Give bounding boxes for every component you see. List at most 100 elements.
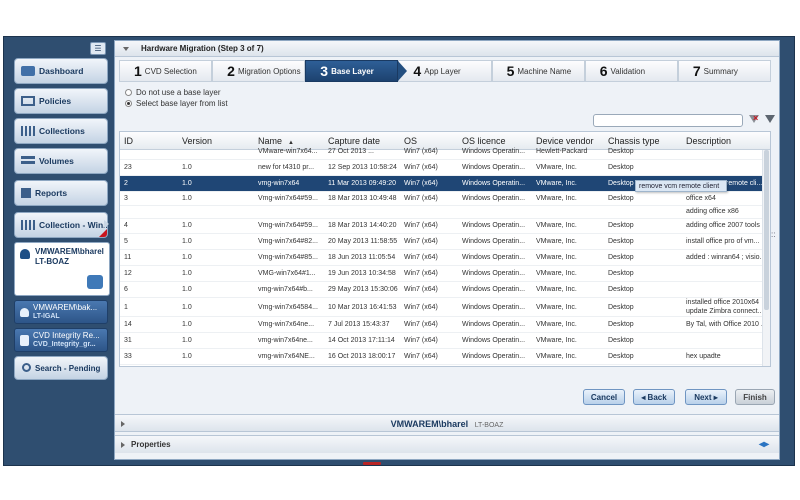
table-row[interactable]: 4 1.0 Vmg-win7x64#59... 18 Mar 2013 14:40:2… [120,218,770,234]
table-cell-os: Win7 (x64) [404,337,438,344]
step-validation[interactable]: 6 Validation [584,60,678,82]
table-cell-chassis: Desktop [608,164,634,171]
table-cell-id: 2 [124,180,128,187]
clear-filter-icon[interactable] [749,113,759,125]
properties-bar[interactable]: Properties ◂▸ [115,435,779,453]
alert-badge [99,229,107,237]
table-row[interactable]: 33 1.0 vmg-win7x64NE... 16 Oct 2013 18:00:1… [120,349,770,365]
table-cell-os: Win7 (x64) [404,321,438,328]
sidebar-item-policies[interactable]: Policies [14,88,108,114]
sidebar-item-label: Policies [39,96,72,106]
table-cell-chassis: Desktop [608,321,634,328]
filter-input[interactable] [593,114,743,127]
table-cell-licence: Windows Operatin... [462,148,526,155]
filter-icon[interactable] [765,115,775,125]
table-row[interactable]: 3 1.0 Vmg-win7x64#59... 18 Mar 2013 10:49:4… [120,192,770,206]
collections-icon [21,126,35,136]
migration-wizard-panel: Hardware Migration (Step 3 of 7) 1 CVD Se… [114,40,780,460]
collapse-icon[interactable] [123,47,129,51]
table-cell-chassis: Desktop [608,254,634,261]
table-cell-version: 1.0 [182,164,192,171]
wizard-title: Hardware Migration (Step 3 of 7) [141,44,264,53]
device-card-selected[interactable]: VMWAREM\bharel LT-BOAZ [14,242,110,296]
table-cell-licence: Windows Operatin... [462,270,526,277]
table-row[interactable]: 1 1.0 Vmg-win7x64584... 10 Mar 2013 16:41:5… [120,298,770,317]
table-cell-version [182,144,252,160]
table-cell-name: Vmg-win7x64#82... [258,238,318,245]
step-machine-name[interactable]: 5 Machine Name [491,60,585,82]
base-layer-table: ID Version Name ▲ Capture date OS OS lice… [119,131,771,367]
table-row[interactable]: 11 1.0 Vmg-win7x64#85... 18 Jun 2013 11:05:… [120,250,770,266]
table-row[interactable]: 36 1.0 VMG-win7x64ne...29 Oct 2013 14:43:4… [120,365,770,366]
table-cell-name: VMG-win7x64ne... [258,365,326,366]
table-cell-id [124,144,178,160]
radio-button[interactable] [125,89,132,96]
next-button[interactable]: Next ▸ [685,389,727,405]
table-cell-vendor: VMware, Inc. [536,304,577,311]
selected-device-sub: LT-BOAZ [474,422,504,429]
sidebar-item-reports[interactable]: Reports [14,180,108,206]
table-cell-os: Win7 (x64) [404,254,438,261]
option-no-base-layer[interactable]: Do not use a base layer [125,88,221,97]
table-cell-desc [686,282,764,298]
table-cell-desc: By Tal, with Office 2010 ... [686,321,764,328]
table-cell-desc: adding office x86 [686,208,739,215]
table-cell-chassis: Desktop [608,238,634,245]
table-cell-os: Win7 (x64) [404,195,438,202]
finish-button[interactable]: Finish [735,389,775,405]
selected-device-name: VMWAREM\bharel [390,419,469,429]
table-row[interactable]: 12 1.0 VMG-win7x64#1... 19 Jun 2013 10:34:5… [120,266,770,282]
resize-grip-icon[interactable]: :: [771,230,775,239]
scroll-thumb[interactable] [764,150,769,310]
cancel-button[interactable]: Cancel [583,389,625,405]
table-cell-vendor: VMware, Inc. [536,180,577,187]
table-cell-name [258,205,326,219]
table-cell-version: 1.0 [182,254,192,261]
sidebar-item-search-pending[interactable]: Search - Pending [14,356,108,380]
expand-icon[interactable] [121,442,125,448]
table-cell-os: Win7 (x64) [404,286,438,293]
table-cell-os: Win7 (x64) [404,270,438,277]
sidebar-item-collections[interactable]: Collections [14,118,108,144]
sidebar-item-label: Volumes [39,156,74,166]
user-icon [20,249,30,259]
expand-icon[interactable] [121,421,125,427]
table-row[interactable]: VMware-win7x64... 27 Oct 2013 ... Win7 (x6… [120,144,770,160]
table-row[interactable]: 5 1.0 Vmg-win7x64#82... 20 May 2013 11:58:5… [120,234,770,250]
wizard-titlebar[interactable]: Hardware Migration (Step 3 of 7) [115,41,779,57]
sidebar-item-collection-win[interactable]: Collection - Win... [14,212,108,238]
option-select-base-layer[interactable]: Select base layer from list [125,99,228,108]
sidebar-item-label: Search - Pending [35,363,101,373]
table-cell-version: 1.0 [182,321,192,328]
sidebar-item-device[interactable]: VMWAREM\bak... LT-IGAL [14,300,108,324]
sidebar-item-volumes[interactable]: Volumes [14,148,108,174]
table-scrollbar[interactable] [762,150,770,366]
table-row[interactable]: 31 1.0 vmg-win7x64ne... 14 Oct 2013 17:11:1… [120,333,770,349]
table-cell-date: 18 Mar 2013 10:49:48 [328,195,397,202]
table-cell-id: 23 [124,164,132,171]
step-cvd-selection[interactable]: 1 CVD Selection [119,60,213,82]
sidebar-item-dashboard[interactable]: Dashboard [14,58,108,84]
radio-button-selected[interactable] [125,100,132,107]
step-app-layer[interactable]: 4 App Layer [398,60,492,82]
step-summary[interactable]: 7 Summary [677,60,771,82]
menu-dropdown-icon[interactable]: ☰ [90,42,106,55]
table-cell-chassis: Desktop [608,222,634,229]
table-cell-name: Vmg-win7x64#59... [258,195,318,202]
table-row[interactable]: 14 1.0 Vmg-win7x64ne... 7 Jul 2013 15:43:37… [120,317,770,333]
selected-device-bar[interactable]: VMWAREM\bharel LT-BOAZ [115,414,779,432]
step-migration-options[interactable]: 2 Migration Options [212,60,306,82]
sidebar-item-label: Collection - Win... [39,220,108,230]
table-row[interactable]: 23 1.0 new for t4310 pr... 12 Sep 2013 10:5… [120,160,770,176]
table-cell-licence: Windows Operatin... [462,286,526,293]
sidebar-item-integrity-report[interactable]: CVD Integrity Re... CVD_Integrity_gr... [14,328,108,352]
table-cell-desc: good for win7 migration [686,365,764,366]
back-button[interactable]: ◂ Back [633,389,675,405]
table-row[interactable]: adding office x86 [120,205,770,219]
table-row[interactable]: 6 1.0 vmg-win7x64#b... 29 May 2013 15:30:06… [120,282,770,298]
step-base-layer[interactable]: 3 Base Layer [305,60,408,82]
table-cell-name: Vmg-win7x64#59... [258,222,318,229]
table-cell-vendor: VMware, Inc. [536,353,577,360]
table-cell-date: 10 Mar 2013 16:41:53 [328,304,397,311]
swap-arrows-icon[interactable]: ◂▸ [759,436,769,454]
